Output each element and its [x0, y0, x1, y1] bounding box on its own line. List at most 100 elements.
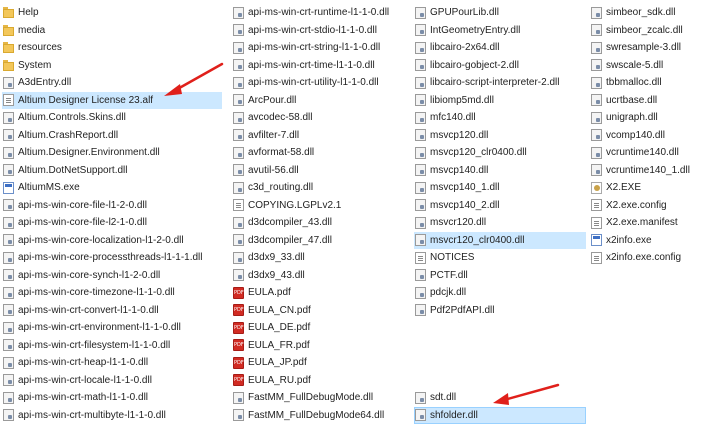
file-item[interactable]: msvcp140.dll: [414, 162, 586, 180]
file-item[interactable]: EULA_JP.pdf: [232, 354, 407, 372]
file-item[interactable]: msvcp120_clr0400.dll: [414, 144, 586, 162]
file-item[interactable]: api-ms-win-core-localization-l1-2-0.dll: [2, 232, 222, 250]
file-item[interactable]: api-ms-win-crt-stdio-l1-1-0.dll: [232, 22, 407, 40]
file-item[interactable]: api-ms-win-core-timezone-l1-1-0.dll: [2, 284, 222, 302]
file-item[interactable]: simbeor_zcalc.dll: [590, 22, 718, 40]
file-item[interactable]: d3dcompiler_43.dll: [232, 214, 407, 232]
file-item[interactable]: msvcp140_1.dll: [414, 179, 586, 197]
document-icon: [591, 252, 602, 264]
file-item[interactable]: ucrtbase.dll: [590, 92, 718, 110]
dll-file-icon: [233, 269, 244, 281]
file-item[interactable]: EULA_FR.pdf: [232, 337, 407, 355]
file-item[interactable]: EULA_CN.pdf: [232, 302, 407, 320]
file-item[interactable]: FastMM_FullDebugMode.dll: [232, 389, 407, 407]
pdf-file-icon: [233, 339, 244, 351]
file-item[interactable]: vcruntime140.dll: [590, 144, 718, 162]
file-name: vcomp140.dll: [606, 130, 665, 141]
dll-file-icon: [233, 217, 244, 229]
file-item[interactable]: api-ms-win-crt-string-l1-1-0.dll: [232, 39, 407, 57]
file-item[interactable]: avcodec-58.dll: [232, 109, 407, 127]
file-item[interactable]: Altium.Controls.Skins.dll: [2, 109, 222, 127]
file-item[interactable]: EULA_RU.pdf: [232, 372, 407, 390]
file-item[interactable]: NOTICES: [414, 249, 586, 267]
file-item[interactable]: api-ms-win-crt-environment-l1-1-0.dll: [2, 319, 222, 337]
file-item[interactable]: msvcp120.dll: [414, 127, 586, 145]
dll-file-icon: [415, 234, 426, 246]
file-item[interactable]: FastMM_FullDebugMode64.dll: [232, 407, 407, 424]
file-item[interactable]: x2info.exe.config: [590, 249, 718, 267]
file-item[interactable]: pdcjk.dll: [414, 284, 586, 302]
dll-file-icon: [415, 182, 426, 194]
dll-file-icon: [3, 234, 14, 246]
file-item[interactable]: PCTF.dll: [414, 267, 586, 285]
file-item[interactable]: X2.EXE: [590, 179, 718, 197]
file-item[interactable]: api-ms-win-crt-heap-l1-1-0.dll: [2, 354, 222, 372]
file-item[interactable]: libiomp5md.dll: [414, 92, 586, 110]
file-item[interactable]: tbbmalloc.dll: [590, 74, 718, 92]
file-item[interactable]: api-ms-win-core-file-l2-1-0.dll: [2, 214, 222, 232]
file-item[interactable]: avfilter-7.dll: [232, 127, 407, 145]
file-item[interactable]: api-ms-win-core-file-l1-2-0.dll: [2, 197, 222, 215]
file-item[interactable]: EULA.pdf: [232, 284, 407, 302]
file-item[interactable]: resources: [2, 39, 222, 57]
file-item[interactable]: api-ms-win-crt-locale-l1-1-0.dll: [2, 372, 222, 390]
file-item[interactable]: COPYING.LGPLv2.1: [232, 197, 407, 215]
file-item[interactable]: X2.exe.config: [590, 197, 718, 215]
dll-file-icon: [3, 287, 14, 299]
file-item[interactable]: d3dx9_33.dll: [232, 249, 407, 267]
file-item[interactable]: api-ms-win-crt-utility-l1-1-0.dll: [232, 74, 407, 92]
file-item[interactable]: libcairo-2x64.dll: [414, 39, 586, 57]
file-item[interactable]: api-ms-win-core-synch-l1-2-0.dll: [2, 267, 222, 285]
file-item[interactable]: c3d_routing.dll: [232, 179, 407, 197]
file-item[interactable]: Altium.DotNetSupport.dll: [2, 162, 222, 180]
file-item[interactable]: media: [2, 22, 222, 40]
file-name: msvcp140_2.dll: [430, 200, 499, 211]
file-item[interactable]: unigraph.dll: [590, 109, 718, 127]
file-item[interactable]: EULA_DE.pdf: [232, 319, 407, 337]
file-item[interactable]: msvcp140_2.dll: [414, 197, 586, 215]
file-item[interactable]: mfc140.dll: [414, 109, 586, 127]
file-item[interactable]: System: [2, 57, 222, 75]
file-item[interactable]: simbeor_sdk.dll: [590, 4, 718, 22]
document-icon: [415, 252, 426, 264]
file-item[interactable]: IntGeometryEntry.dll: [414, 22, 586, 40]
file-item[interactable]: api-ms-win-crt-filesystem-l1-1-0.dll: [2, 337, 222, 355]
file-item[interactable]: avformat-58.dll: [232, 144, 407, 162]
file-item[interactable]: Altium.CrashReport.dll: [2, 127, 222, 145]
file-item[interactable]: api-ms-win-crt-math-l1-1-0.dll: [2, 389, 222, 407]
file-item[interactable]: swscale-5.dll: [590, 57, 718, 75]
file-item[interactable]: d3dcompiler_47.dll: [232, 232, 407, 250]
file-name: IntGeometryEntry.dll: [430, 25, 520, 36]
file-item[interactable]: Help: [2, 4, 222, 22]
file-item[interactable]: Pdf2PdfAPI.dll: [414, 302, 586, 320]
file-item[interactable]: GPUPourLib.dll: [414, 4, 586, 22]
file-item[interactable]: ArcPour.dll: [232, 92, 407, 110]
file-item[interactable]: libcairo-gobject-2.dll: [414, 57, 586, 75]
file-item[interactable]: sdt.dll: [414, 389, 586, 407]
file-item[interactable]: msvcr120.dll: [414, 214, 586, 232]
file-item[interactable]: Altium Designer License 23.alf: [2, 92, 222, 110]
empty-row: [414, 372, 586, 390]
file-item[interactable]: api-ms-win-crt-multibyte-l1-1-0.dll: [2, 407, 222, 424]
file-name: api-ms-win-core-file-l2-1-0.dll: [18, 217, 147, 228]
file-item[interactable]: Altium.Designer.Environment.dll: [2, 144, 222, 162]
file-item[interactable]: shfolder.dll: [414, 407, 586, 424]
file-item[interactable]: api-ms-win-core-processthreads-l1-1-1.dl…: [2, 249, 222, 267]
file-name: avfilter-7.dll: [248, 130, 299, 141]
file-item[interactable]: X2.exe.manifest: [590, 214, 718, 232]
file-item[interactable]: d3dx9_43.dll: [232, 267, 407, 285]
file-item[interactable]: api-ms-win-crt-time-l1-1-0.dll: [232, 57, 407, 75]
file-item[interactable]: libcairo-script-interpreter-2.dll: [414, 74, 586, 92]
file-item[interactable]: msvcr120_clr0400.dll: [414, 232, 586, 250]
file-item[interactable]: vcruntime140_1.dll: [590, 162, 718, 180]
file-item[interactable]: avutil-56.dll: [232, 162, 407, 180]
file-name: api-ms-win-crt-math-l1-1-0.dll: [18, 392, 148, 403]
file-item[interactable]: api-ms-win-crt-convert-l1-1-0.dll: [2, 302, 222, 320]
file-item[interactable]: AltiumMS.exe: [2, 179, 222, 197]
file-item[interactable]: x2info.exe: [590, 232, 718, 250]
file-item[interactable]: api-ms-win-crt-runtime-l1-1-0.dll: [232, 4, 407, 22]
file-item[interactable]: A3dEntry.dll: [2, 74, 222, 92]
file-item[interactable]: swresample-3.dll: [590, 39, 718, 57]
file-item[interactable]: vcomp140.dll: [590, 127, 718, 145]
file-name: msvcp120_clr0400.dll: [430, 147, 527, 158]
